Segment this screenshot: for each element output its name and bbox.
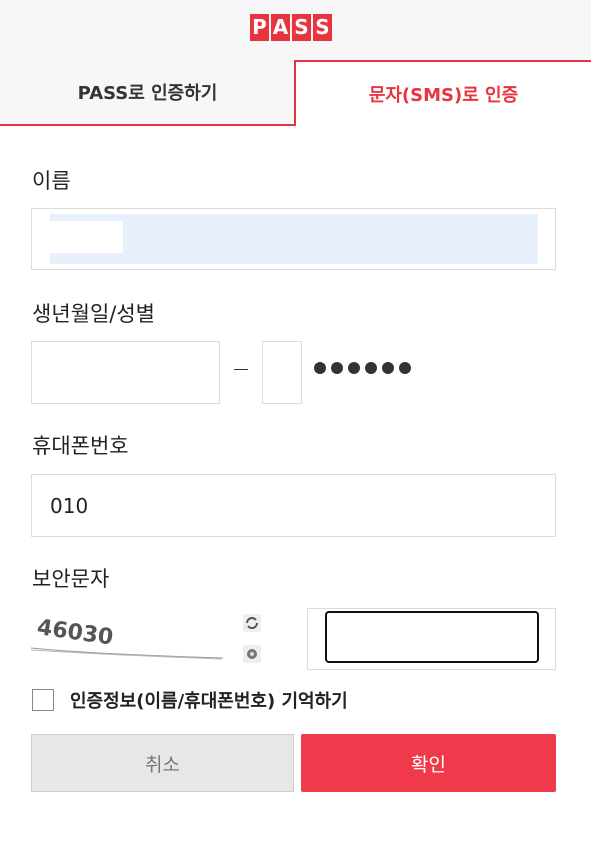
captcha-input[interactable] xyxy=(325,611,539,663)
logo-letter: A xyxy=(271,14,290,41)
logo-letter: S xyxy=(292,14,311,41)
cancel-button[interactable]: 취소 xyxy=(31,734,294,792)
remember-checkbox[interactable] xyxy=(32,689,54,711)
gender-digit-input[interactable] xyxy=(262,341,302,404)
name-input[interactable] xyxy=(31,208,556,270)
audio-icon[interactable] xyxy=(243,645,261,663)
captcha-text: 46030 xyxy=(35,615,114,650)
name-label: 이름 xyxy=(32,169,71,193)
birth-gender-label: 생년월일/성별 xyxy=(32,302,155,326)
refresh-icon[interactable] xyxy=(243,614,261,632)
tab-sms-auth[interactable]: 문자(SMS)로 인증 xyxy=(294,60,591,126)
masked-digits xyxy=(314,362,411,374)
captcha-image: 46030 xyxy=(31,615,223,660)
phone-label: 휴대폰번호 xyxy=(32,434,129,458)
birthdate-input[interactable] xyxy=(31,341,220,404)
phone-input[interactable]: 010 xyxy=(31,474,556,537)
tab-pass-auth[interactable]: PASS로 인증하기 xyxy=(0,60,295,126)
confirm-button[interactable]: 확인 xyxy=(301,734,556,792)
logo-letter: P xyxy=(250,14,269,41)
remember-label[interactable]: 인증정보(이름/휴대폰번호) 기억하기 xyxy=(70,687,348,713)
logo-letter: S xyxy=(313,14,332,41)
header: P A S S xyxy=(0,0,591,60)
name-autofill-fill xyxy=(50,214,538,264)
phone-value: 010 xyxy=(50,494,89,518)
name-masked-area xyxy=(50,221,123,253)
captcha-label: 보안문자 xyxy=(32,567,110,591)
pass-logo: P A S S xyxy=(250,14,332,41)
dash-separator xyxy=(234,369,248,370)
